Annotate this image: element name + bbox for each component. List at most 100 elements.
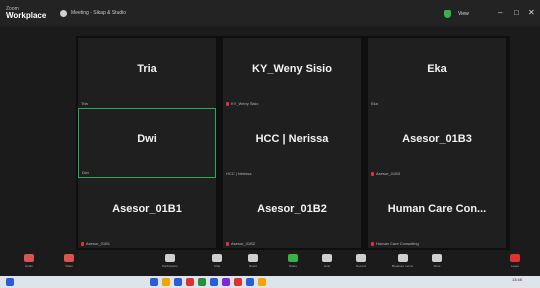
participant-name: Eka [427,63,447,75]
leave-icon [510,254,520,262]
meeting-title: Meeting - Sikap & Studio [71,10,127,16]
muted-mic-icon [371,171,374,176]
participant-tile[interactable]: Asesor_01B1 Asesor_01B1 [78,178,216,248]
participant-label: Asesor_01B1 [81,241,110,246]
react-button[interactable]: React [248,254,258,268]
muted-mic-icon [81,241,84,246]
participant-label-text: Tria [81,101,88,106]
toolbar-label: Breakout rooms [392,264,414,268]
more-button[interactable]: More [432,254,442,268]
apps-icon [397,254,408,262]
meeting-info-icon [60,9,67,17]
host-button[interactable]: Host [322,254,332,268]
video-button[interactable]: Video [64,254,74,268]
participant-tile[interactable]: Eka Eka [368,38,506,108]
toolbar-label: Host [323,264,331,268]
participants-icon [164,254,175,262]
app-logo: Zoom Workplace [6,6,47,20]
toolbar-label: React [249,264,257,268]
meeting-info[interactable]: Meeting - Sikap & Studio [60,9,127,17]
start-icon[interactable] [6,278,14,286]
microphone-icon [24,254,34,262]
toolbar-label: Share [288,264,297,268]
toolbar-label: Record [356,264,366,268]
participant-label: Asesor_01B2 [226,241,255,246]
participant-tile[interactable]: Asesor_01B2 Asesor_01B2 [223,178,361,248]
toolbar-label: Chat [213,264,221,268]
taskbar-app-icon[interactable] [174,278,182,286]
meeting-toolbar: Audio Video Participants Chat React Shar… [0,252,540,276]
participant-label: Dwi [82,170,89,175]
participant-name: Asesor_01B3 [402,133,472,145]
toolbar-label: Participants [162,264,178,268]
clock-time: 13:45 [511,277,522,282]
taskbar-app-icon[interactable] [162,278,170,286]
close-button[interactable]: ✕ [528,8,535,17]
gallery-view: Tria Tria KY_Weny Sisio KY_Weny Sisio Ek… [76,36,510,250]
taskbar-app-icon[interactable] [222,278,230,286]
participant-label: Tria [81,101,88,106]
leave-button[interactable]: Leave [510,254,520,268]
taskbar-app-icon[interactable] [210,278,218,286]
participant-label-text: Asesor_01B2 [231,241,256,246]
participant-label-text: Dwi [82,170,89,175]
taskbar-app-icon[interactable] [150,278,158,286]
participant-label: KY_Weny Sisio [226,101,259,106]
view-button[interactable]: View [458,11,469,17]
audio-button[interactable]: Audio [24,254,34,268]
participant-tile-active[interactable]: Dwi Dwi [78,108,216,178]
participant-tile[interactable]: Human Care Con... Human Care Consulting [368,178,506,248]
participant-label: HCC | Nerissa [226,171,252,176]
participant-label-text: Human Care Consulting [376,241,419,246]
participant-label: Human Care Consulting [371,241,419,246]
minimize-button[interactable]: – [498,8,502,17]
participant-label-text: Asesor_01B3 [376,171,401,176]
participant-name: Tria [137,63,157,75]
participant-tile[interactable]: KY_Weny Sisio KY_Weny Sisio [223,38,361,108]
brand-line-2: Workplace [6,10,47,20]
participant-name: Human Care Con... [387,203,487,215]
security-shield-icon[interactable] [444,10,451,18]
chat-button[interactable]: Chat [212,254,222,268]
toolbar-label: More [433,264,441,268]
taskbar-app-icon[interactable] [234,278,242,286]
more-icon [432,254,442,262]
record-icon [356,254,366,262]
participant-name: HCC | Nerissa [255,133,329,145]
toolbar-label: Video [65,264,73,268]
participants-button[interactable]: Participants [162,254,178,268]
participant-name: Asesor_01B1 [112,203,182,215]
participant-name: Asesor_01B2 [257,203,327,215]
taskbar-app-icon[interactable] [198,278,206,286]
participant-tile[interactable]: Tria Tria [78,38,216,108]
participant-label: Eka [371,101,378,106]
taskbar-app-icon[interactable] [186,278,194,286]
muted-mic-icon [371,241,374,246]
maximize-button[interactable]: □ [514,8,519,17]
react-icon [248,254,258,262]
participant-name: KY_Weny Sisio [252,63,332,75]
taskbar-app-icon[interactable] [258,278,266,286]
os-taskbar: 13:45 [0,276,540,288]
system-clock[interactable]: 13:45 [512,277,522,282]
taskbar-app-icon[interactable] [246,278,254,286]
participant-tile[interactable]: HCC | Nerissa HCC | Nerissa [223,108,361,178]
share-icon [288,254,298,262]
share-button[interactable]: Share [288,254,298,268]
participant-label: Asesor_01B3 [371,171,400,176]
muted-mic-icon [226,241,229,246]
camera-icon [64,254,74,262]
participant-label-text: Eka [371,101,378,106]
muted-mic-icon [226,101,229,106]
toolbar-label: Audio [25,264,33,268]
toolbar-label: Leave [510,264,520,268]
participant-label-text: Asesor_01B1 [86,241,111,246]
breakout-rooms-button[interactable]: Breakout rooms [392,254,413,268]
host-icon [322,254,332,262]
participant-name: Dwi [137,133,157,145]
participant-tile[interactable]: Asesor_01B3 Asesor_01B3 [368,108,506,178]
participant-label-text: HCC | Nerissa [226,171,252,176]
chat-icon [212,254,222,262]
participant-label-text: KY_Weny Sisio [231,101,259,106]
record-button[interactable]: Record [356,254,366,268]
